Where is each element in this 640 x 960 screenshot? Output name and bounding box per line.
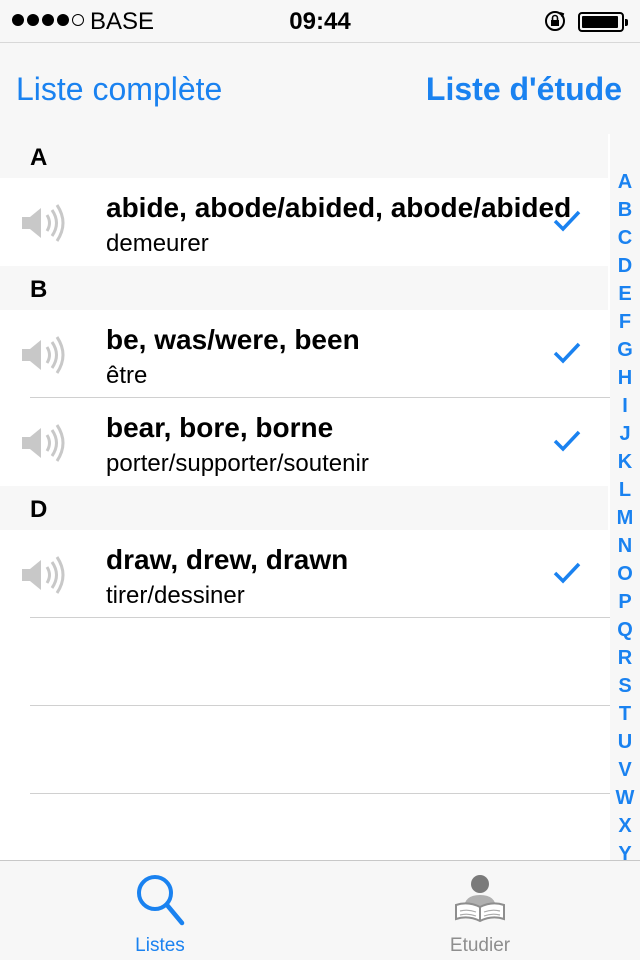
index-letter-c[interactable]: C	[610, 224, 640, 252]
tab-label: Listes	[135, 935, 185, 956]
index-letter-j[interactable]: J	[610, 420, 640, 448]
verb-forms: abide, abode/abided, abode/abided	[106, 192, 572, 223]
list-item[interactable]: draw, drew, drawn tirer/dessiner	[0, 530, 640, 618]
tab-label: Etudier	[449, 935, 511, 956]
verb-forms: draw, drew, drawn	[106, 544, 349, 575]
index-letter-n[interactable]: N	[610, 532, 640, 560]
student-book-icon	[455, 875, 505, 923]
verb-translation: porter/supporter/soutenir	[106, 450, 369, 477]
index-letter-b[interactable]: B	[610, 196, 640, 224]
index-letter-x[interactable]: X	[610, 812, 640, 840]
empty-row	[0, 706, 640, 794]
battery-icon	[578, 12, 628, 32]
index-letter-r[interactable]: R	[610, 644, 640, 672]
rotation-lock-icon	[545, 11, 565, 31]
full-list-button[interactable]: Liste complète	[16, 71, 222, 108]
list-item[interactable]: bear, bore, borne porter/supporter/soute…	[0, 398, 608, 486]
empty-row	[0, 618, 640, 706]
index-letter-s[interactable]: S	[610, 672, 640, 700]
list-item[interactable]: be, was/were, been être	[0, 310, 640, 398]
index-letter-g[interactable]: G	[610, 336, 640, 364]
index-letter-f[interactable]: F	[610, 308, 640, 336]
index-letter-q[interactable]: Q	[610, 616, 640, 644]
alphabet-index[interactable]: ABCDEFGHIJKLMNOPQRSTUVWXYZ#	[610, 134, 640, 921]
section-header-b: B	[0, 266, 608, 310]
speaker-icon[interactable]	[20, 332, 66, 378]
tab-bar: Listes Etudier	[0, 860, 640, 960]
index-letter-a[interactable]: A	[610, 168, 640, 196]
index-letter-t[interactable]: T	[610, 700, 640, 728]
study-list-button[interactable]: Liste d'étude	[426, 71, 622, 108]
search-icon	[137, 875, 185, 926]
verb-forms: bear, bore, borne	[106, 412, 334, 443]
index-letter-o[interactable]: O	[610, 560, 640, 588]
checkmark-icon[interactable]	[552, 560, 582, 586]
index-letter-v[interactable]: V	[610, 756, 640, 784]
index-letter-k[interactable]: K	[610, 448, 640, 476]
section-header-d: D	[0, 486, 608, 530]
speaker-icon[interactable]	[20, 420, 66, 466]
tab-listes[interactable]: Listes	[0, 861, 320, 960]
verb-translation: être	[106, 362, 148, 389]
index-letter-d[interactable]: D	[610, 252, 640, 280]
checkmark-icon[interactable]	[552, 340, 582, 366]
index-letter-e[interactable]: E	[610, 280, 640, 308]
index-letter-h[interactable]: H	[610, 364, 640, 392]
index-letter-w[interactable]: W	[610, 784, 640, 812]
index-letter-u[interactable]: U	[610, 728, 640, 756]
speaker-icon[interactable]	[20, 552, 66, 598]
index-letter-p[interactable]: P	[610, 588, 640, 616]
tab-etudier[interactable]: Etudier	[320, 861, 640, 960]
nav-header: Liste complète Liste d'étude	[0, 42, 640, 134]
section-header-a: A	[0, 134, 608, 178]
verb-translation: tirer/dessiner	[106, 582, 245, 609]
list-item[interactable]: abide, abode/abided, abode/abided demeur…	[0, 178, 608, 266]
checkmark-icon[interactable]	[552, 208, 582, 234]
verb-translation: demeurer	[106, 230, 209, 257]
index-letter-l[interactable]: L	[610, 476, 640, 504]
status-bar: BASE 09:44	[0, 0, 640, 42]
verb-forms: be, was/were, been	[106, 324, 360, 355]
checkmark-icon[interactable]	[552, 428, 582, 454]
verb-list[interactable]: A abide, abode/abided, abode/abided deme…	[0, 134, 640, 794]
index-letter-m[interactable]: M	[610, 504, 640, 532]
index-letter-i[interactable]: I	[610, 392, 640, 420]
speaker-icon[interactable]	[20, 200, 66, 246]
